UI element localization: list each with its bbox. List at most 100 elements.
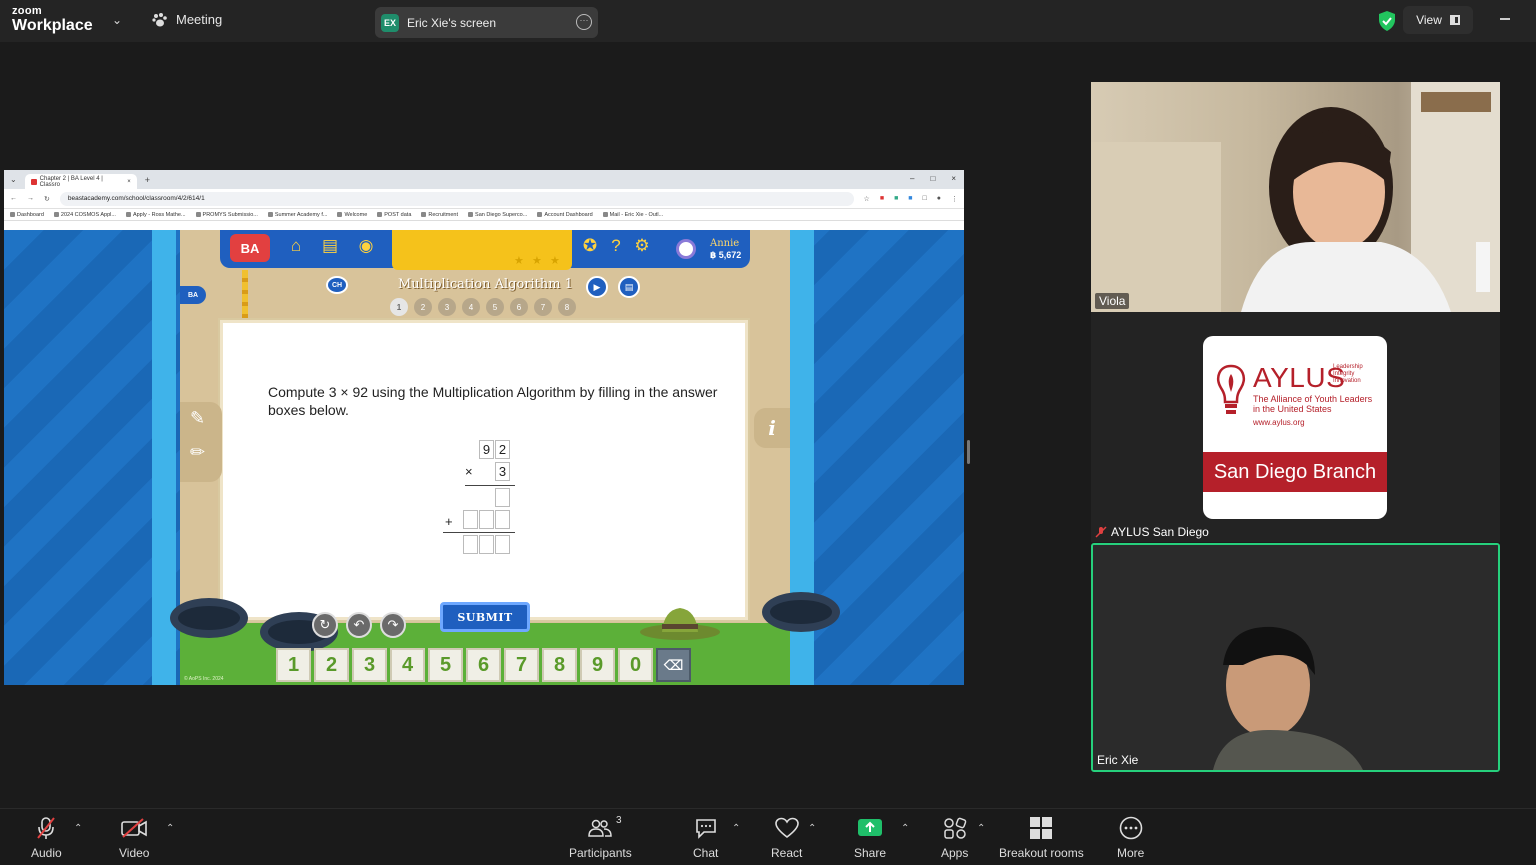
react-options-caret-icon[interactable]: ⌃: [808, 823, 816, 834]
breakout-rooms-button[interactable]: Breakout rooms: [999, 815, 1084, 860]
zoom-workplace-logo[interactable]: zoom Workplace: [12, 6, 93, 34]
book-icon[interactable]: ▤: [320, 236, 340, 256]
key-1[interactable]: 1: [276, 648, 311, 682]
extension-icon[interactable]: ■: [894, 195, 898, 202]
address-bar[interactable]: beastacademy.com/school/classroom/4/2/61…: [59, 191, 854, 206]
key-5[interactable]: 5: [428, 648, 463, 682]
tab-close-icon[interactable]: ×: [127, 179, 131, 185]
play-video-icon[interactable]: ▶: [586, 276, 608, 298]
bookmark-item[interactable]: Apply - Ross Mathe...: [125, 212, 186, 218]
extension-icon[interactable]: ■: [908, 195, 912, 202]
react-button[interactable]: React: [771, 815, 802, 860]
answer-box[interactable]: [495, 510, 510, 529]
key-9[interactable]: 9: [580, 648, 615, 682]
bookmark-item[interactable]: 2024 COSMOS Appl...: [53, 212, 116, 218]
screen-share-indicator[interactable]: EX Eric Xie's screen ···: [375, 7, 598, 38]
bookmark-item[interactable]: Recruitment: [421, 212, 458, 218]
participant-tile-eric[interactable]: Eric Xie: [1091, 543, 1500, 772]
pencil-icon[interactable]: ✎: [190, 408, 205, 429]
problem-dot[interactable]: 3: [438, 298, 456, 316]
browser-restore-icon[interactable]: □: [930, 174, 935, 183]
meeting-button[interactable]: Meeting: [152, 12, 222, 27]
chevron-down-icon[interactable]: ⌄: [112, 13, 122, 27]
undo-icon[interactable]: ↶: [346, 612, 372, 638]
key-2[interactable]: 2: [314, 648, 349, 682]
audio-options-caret-icon[interactable]: ⌃: [74, 823, 82, 834]
video-button[interactable]: Video: [119, 815, 149, 860]
more-options-icon[interactable]: ···: [576, 14, 592, 30]
chat-button[interactable]: Chat: [693, 815, 718, 860]
participant-tile-viola[interactable]: Viola: [1091, 82, 1500, 312]
info-icon[interactable]: i: [754, 408, 790, 448]
answer-box[interactable]: [479, 535, 494, 554]
answer-box[interactable]: [495, 488, 510, 507]
answer-box[interactable]: [495, 535, 510, 554]
help-icon[interactable]: ?: [606, 236, 626, 256]
panel-resize-handle[interactable]: [967, 440, 970, 464]
bookmark-item[interactable]: San Diego Superco...: [468, 212, 527, 218]
bookmark-star-icon[interactable]: ☆: [864, 195, 870, 203]
side-logo[interactable]: BA: [180, 286, 206, 304]
bookmark-item[interactable]: Summer Academy f...: [267, 212, 327, 218]
profile-icon[interactable]: ●: [937, 195, 941, 202]
new-tab-icon[interactable]: +: [145, 175, 150, 185]
more-button[interactable]: More: [1117, 815, 1144, 860]
key-6[interactable]: 6: [466, 648, 501, 682]
bookmark-item[interactable]: Dashboard: [10, 212, 44, 218]
minimize-icon[interactable]: [1500, 18, 1510, 20]
key-7[interactable]: 7: [504, 648, 539, 682]
share-button[interactable]: Share: [854, 815, 886, 860]
video-options-caret-icon[interactable]: ⌃: [166, 823, 174, 834]
key-4[interactable]: 4: [390, 648, 425, 682]
audio-button[interactable]: Audio: [31, 815, 62, 860]
apps-options-caret-icon[interactable]: ⌃: [977, 823, 985, 834]
trophy-icon[interactable]: ✪: [580, 236, 600, 256]
share-options-caret-icon[interactable]: ⌃: [901, 823, 909, 834]
user-avatar[interactable]: [676, 239, 696, 259]
bookmark-item[interactable]: Welcome: [337, 212, 367, 218]
settings-gear-icon[interactable]: ⚙: [632, 236, 652, 256]
chapter-badge[interactable]: CH: [326, 276, 348, 294]
home-icon[interactable]: ⌂: [286, 236, 306, 256]
problem-dot[interactable]: 7: [534, 298, 552, 316]
video-icon[interactable]: ◉: [356, 236, 376, 256]
puzzle-icon[interactable]: □: [923, 195, 927, 202]
redo-icon[interactable]: ↷: [380, 612, 406, 638]
problem-dot[interactable]: 6: [510, 298, 528, 316]
submit-button[interactable]: SUBMIT: [440, 602, 530, 632]
problem-dot[interactable]: 4: [462, 298, 480, 316]
browser-menu-icon[interactable]: ⋮: [951, 195, 958, 203]
participant-tile-aylus[interactable]: AYLUS Leadership Integrity Innovation Th…: [1091, 312, 1500, 542]
beast-academy-logo[interactable]: BA: [230, 234, 270, 262]
extensions-icon[interactable]: ■: [880, 195, 884, 202]
browser-close-icon[interactable]: ×: [951, 174, 956, 183]
shared-screen[interactable]: ⌄ Chapter 2 | BA Level 4 | Classro × + –…: [4, 170, 964, 685]
bookmark-item[interactable]: Mail - Eric Xie - Outl...: [602, 212, 663, 218]
eraser-icon[interactable]: ✏: [190, 442, 205, 463]
chat-options-caret-icon[interactable]: ⌃: [732, 823, 740, 834]
answer-box[interactable]: [463, 535, 478, 554]
answer-box[interactable]: [463, 510, 478, 529]
key-8[interactable]: 8: [542, 648, 577, 682]
bookmark-item[interactable]: POST data: [377, 212, 411, 218]
tab-search-icon[interactable]: ⌄: [10, 175, 17, 184]
view-button[interactable]: View: [1403, 6, 1473, 34]
browser-tab[interactable]: Chapter 2 | BA Level 4 | Classro ×: [24, 174, 137, 189]
problem-dot[interactable]: 2: [414, 298, 432, 316]
reload-icon[interactable]: ↻: [44, 195, 50, 203]
bookmark-item[interactable]: PROMYS Submissio...: [195, 212, 258, 218]
problem-dot[interactable]: 5: [486, 298, 504, 316]
bookmark-item[interactable]: Account Dashboard: [537, 212, 593, 218]
reset-icon[interactable]: ↻: [312, 612, 338, 638]
key-3[interactable]: 3: [352, 648, 387, 682]
guide-book-icon[interactable]: ▤: [618, 276, 640, 298]
forward-icon[interactable]: →: [27, 195, 34, 202]
participants-button[interactable]: Participants: [569, 815, 632, 860]
browser-minimize-icon[interactable]: –: [910, 174, 914, 183]
apps-button[interactable]: Apps: [941, 815, 968, 860]
delete-key-icon[interactable]: ⌫: [656, 648, 691, 682]
security-shield-icon[interactable]: [1378, 11, 1396, 31]
answer-box[interactable]: [479, 510, 494, 529]
problem-dot[interactable]: 8: [558, 298, 576, 316]
key-0[interactable]: 0: [618, 648, 653, 682]
